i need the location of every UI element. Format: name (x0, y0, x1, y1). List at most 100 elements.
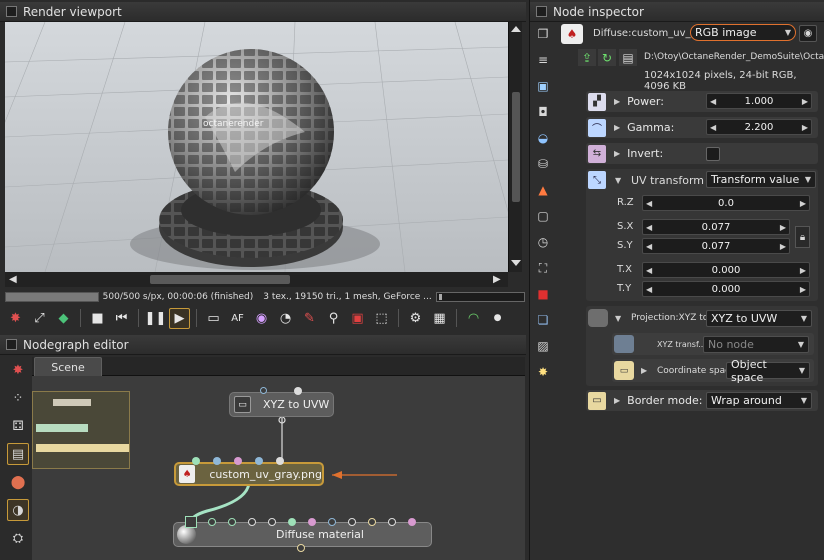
input-pin[interactable] (192, 457, 200, 465)
kernel-icon[interactable]: ▲ (533, 180, 553, 200)
database-icon[interactable]: ⛁ (533, 154, 553, 174)
expand-triangle-icon[interactable]: ▶ (614, 97, 620, 106)
xyz-transform-value: No node (708, 338, 754, 351)
xyz-transform-dropdown[interactable]: No node ▼ (703, 336, 809, 353)
vertical-scroll-thumb[interactable] (512, 92, 520, 202)
expand-triangle-icon[interactable]: ▶ (614, 396, 620, 405)
image-node-icon[interactable]: ▣ (533, 76, 553, 96)
tx-stepper[interactable]: ◀ 0.000 ▶ (642, 262, 810, 278)
border-mode-dropdown[interactable]: Wrap around ▼ (706, 392, 812, 409)
rz-stepper[interactable]: ◀ 0.0 ▶ (642, 195, 810, 211)
render-priority-icon[interactable]: ◠ (463, 308, 484, 329)
projection-dropdown[interactable]: XYZ to UVW ▼ (706, 310, 812, 327)
lock-scale-icon[interactable]: 🔒︎ (795, 226, 810, 248)
toolbar-options-icon[interactable]: ● (487, 308, 508, 329)
pick-focus-icon[interactable]: ✸ (5, 308, 26, 329)
show-inspector-icon[interactable]: ▤ (7, 443, 29, 465)
expand-triangle-icon[interactable]: ▶ (614, 149, 620, 158)
octane-window: Render viewport octanerender ◀ ▶ 500/500… (0, 0, 824, 560)
region-select-icon[interactable]: ⤢ (29, 308, 50, 329)
xyz-transform-icon (614, 335, 634, 353)
input-pin[interactable] (234, 457, 242, 465)
input-pin[interactable] (213, 457, 221, 465)
white-balance-icon[interactable]: ◔ (275, 308, 296, 329)
expand-triangle-icon[interactable]: ▶ (614, 123, 620, 132)
scroll-left-icon[interactable]: ◀ (9, 274, 17, 285)
panel-toggle-checkbox[interactable] (6, 6, 17, 17)
color-cube-icon[interactable]: ◆ (53, 308, 74, 329)
render-target-icon[interactable]: ⛭ (7, 527, 29, 549)
layers-icon[interactable]: ❏ (533, 310, 553, 330)
load-file-icon[interactable]: ⇪ (578, 49, 596, 66)
ty-stepper[interactable]: ◀ 0.000 ▶ (642, 281, 810, 297)
render-viewport[interactable]: octanerender (5, 22, 508, 272)
camera-icon[interactable]: ◘ (533, 102, 553, 122)
chevron-down-icon: ▼ (800, 396, 807, 405)
clock-icon[interactable]: ◷ (533, 232, 553, 252)
start-render-icon[interactable]: ▶ (169, 307, 190, 329)
uv-transform-mode-dropdown[interactable]: Transform value ▼ (706, 171, 816, 188)
nodegraph-canvas[interactable]: ▭ XYZ to UVW ♠ custom_uv_gray.png Diffus… (32, 376, 525, 560)
color-picker-icon[interactable]: ◉ (251, 308, 272, 329)
recenter-icon[interactable]: ✸ (7, 359, 29, 381)
selected-input-pin[interactable] (185, 516, 197, 528)
power-stepper[interactable]: ◀ 1.000 ▶ (706, 93, 812, 109)
stack-icon[interactable]: ≡ (533, 50, 553, 70)
coordinate-space-dropdown[interactable]: Object space ▼ (726, 358, 810, 384)
material-icon[interactable]: ■ (533, 284, 553, 304)
uv-transform-icon: ⤡ (588, 171, 606, 189)
panel-toggle-checkbox[interactable] (6, 339, 17, 350)
reload-icon[interactable]: ↻ (598, 49, 616, 66)
realtime-display-icon[interactable]: ▭ (203, 308, 224, 329)
node-tree-icon[interactable]: ⚃ (7, 415, 29, 437)
material-picker-icon[interactable]: ✎ (299, 308, 320, 329)
invert-checkbox[interactable] (706, 147, 720, 161)
auto-focus-icon[interactable]: AF (227, 308, 248, 329)
copy-node-icon[interactable]: ❐ (533, 24, 553, 44)
gamma-stepper[interactable]: ◀ 2.200 ▶ (706, 119, 812, 135)
expand-triangle-icon[interactable]: ▶ (641, 366, 647, 375)
render-image: octanerender (5, 22, 508, 272)
render-target-icon[interactable]: ▢ (533, 206, 553, 226)
node-xyz-to-uvw[interactable]: ▭ XYZ to UVW (229, 392, 334, 417)
film-region-icon[interactable]: ⬚ (371, 308, 392, 329)
pause-render-icon[interactable]: ❚❚ (145, 308, 167, 329)
collapse-triangle-icon[interactable]: ▼ (615, 314, 621, 323)
preview-eye-icon[interactable]: ◉ (799, 25, 817, 42)
light-icon[interactable]: ✸ (533, 362, 553, 382)
texture-icon[interactable]: ▨ (533, 336, 553, 356)
output-pin[interactable] (297, 544, 305, 552)
power-label: Power: (627, 95, 664, 108)
texture-node-icon[interactable]: ◑ (7, 499, 29, 521)
stop-render-icon[interactable]: ■ (87, 308, 108, 329)
tab-scene[interactable]: Scene (34, 357, 102, 376)
node-image-texture[interactable]: ♠ custom_uv_gray.png (174, 462, 324, 486)
gamma-value: 2.200 (744, 121, 774, 133)
tx-value: 0.000 (711, 264, 741, 276)
input-pin[interactable] (260, 387, 267, 394)
sy-stepper[interactable]: ◀ 0.077 ▶ (642, 238, 790, 254)
render-region-icon[interactable]: ▣ (347, 308, 368, 329)
geometry-icon[interactable]: ⛶ (533, 258, 553, 278)
lock-resolution-icon[interactable]: ⚙ (405, 308, 426, 329)
panel-toggle-checkbox[interactable] (536, 6, 547, 17)
input-pin[interactable] (255, 457, 263, 465)
scroll-right-icon[interactable]: ▶ (493, 274, 501, 285)
object-picker-icon[interactable]: ⚲ (323, 308, 344, 329)
viewport-vertical-scrollbar[interactable] (508, 22, 522, 272)
grid-layout-icon[interactable]: ⁘ (7, 387, 29, 409)
node-type-dropdown[interactable]: RGB image ▼ (690, 24, 796, 41)
film-strip-icon[interactable]: ▤ (619, 49, 637, 66)
viewport-horizontal-scrollbar[interactable]: ◀ ▶ (5, 272, 508, 287)
file-info-text: 1024x1024 pixels, 24-bit RGB, 4096 KB (644, 70, 797, 92)
collapse-triangle-icon[interactable]: ▼ (615, 176, 621, 185)
viewport-resolution-icon[interactable]: ▦ (429, 308, 450, 329)
input-pin[interactable] (294, 387, 302, 395)
input-pin[interactable] (276, 457, 284, 465)
horizontal-scroll-thumb[interactable] (150, 275, 290, 284)
sx-stepper[interactable]: ◀ 0.077 ▶ (642, 219, 790, 235)
restart-render-icon[interactable]: ⏮ (111, 308, 132, 329)
gpu-usage-bar (435, 292, 525, 302)
environment-icon[interactable]: ◒ (533, 128, 553, 148)
material-node-icon[interactable]: ⬤ (7, 471, 29, 493)
